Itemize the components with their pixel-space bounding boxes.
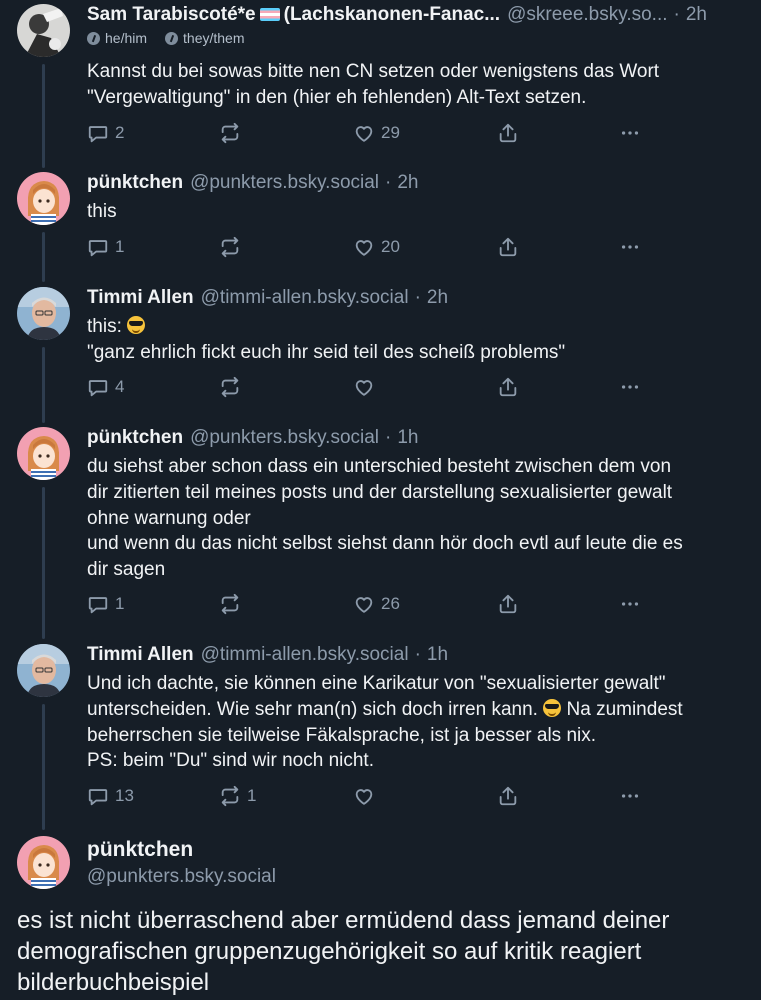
share-icon bbox=[497, 376, 519, 398]
author-name[interactable]: Timmi Allen bbox=[87, 285, 194, 311]
post-header: Timmi Allen @timmi-allen.bsky.social · 2… bbox=[87, 285, 747, 311]
repost-button[interactable] bbox=[219, 376, 247, 398]
like-button[interactable] bbox=[353, 785, 381, 807]
more-icon bbox=[619, 376, 641, 398]
thread-line bbox=[42, 64, 45, 168]
author-name[interactable]: Timmi Allen bbox=[87, 642, 194, 668]
avatar[interactable] bbox=[17, 4, 70, 57]
reply-button[interactable]: 13 bbox=[87, 785, 134, 807]
post-text: Kannst du bei sowas bitte nen CN setzen … bbox=[87, 61, 660, 108]
sunglasses-emoji-icon bbox=[127, 316, 146, 334]
thread-line bbox=[42, 347, 45, 423]
author-handle[interactable]: @timmi-allen.bsky.social bbox=[201, 285, 409, 311]
repost-icon bbox=[219, 376, 241, 398]
author-handle[interactable]: @punkters.bsky.social bbox=[87, 866, 276, 888]
author-name[interactable]: pünktchen bbox=[87, 170, 183, 196]
avatar[interactable] bbox=[17, 287, 70, 340]
timestamp[interactable]: 2h bbox=[397, 170, 418, 196]
repost-button[interactable] bbox=[219, 236, 247, 258]
timestamp[interactable]: 1h bbox=[427, 642, 448, 668]
thread-line bbox=[42, 232, 45, 282]
avatar[interactable] bbox=[17, 836, 70, 889]
pronoun-badges: he/him they/them bbox=[87, 30, 747, 46]
author-handle[interactable]: @skreee.bsky.so... bbox=[507, 2, 667, 28]
avatar[interactable] bbox=[17, 644, 70, 697]
reply-button[interactable]: 1 bbox=[87, 236, 124, 258]
timestamp[interactable]: 2h bbox=[686, 2, 707, 28]
like-icon bbox=[353, 122, 375, 144]
reply-button[interactable]: 2 bbox=[87, 122, 124, 144]
pronoun-badge: they/them bbox=[165, 30, 245, 46]
repost-button[interactable] bbox=[219, 593, 247, 615]
post-header: Timmi Allen @timmi-allen.bsky.social · 1… bbox=[87, 642, 747, 668]
info-icon bbox=[87, 31, 100, 45]
share-icon bbox=[497, 122, 519, 144]
more-button[interactable] bbox=[619, 236, 641, 258]
more-icon bbox=[619, 593, 641, 615]
avatar[interactable] bbox=[17, 172, 70, 225]
info-icon bbox=[165, 31, 179, 45]
post-text: this bbox=[87, 201, 117, 222]
post-header: Sam Tarabiscoté*e (Lachskanonen-Fanac... … bbox=[87, 2, 747, 28]
more-button[interactable] bbox=[619, 785, 641, 807]
share-icon bbox=[497, 593, 519, 615]
like-button[interactable] bbox=[353, 376, 381, 398]
author-name[interactable]: Sam Tarabiscoté*e (Lachskanonen-Fanac... bbox=[87, 2, 500, 28]
post-text: es ist nicht überraschend aber ermüdend … bbox=[17, 907, 670, 996]
like-icon bbox=[353, 785, 375, 807]
share-button[interactable] bbox=[497, 236, 519, 258]
reply-icon bbox=[87, 785, 109, 807]
author-name[interactable]: pünktchen bbox=[87, 838, 193, 862]
repost-icon bbox=[219, 122, 241, 144]
pronoun-badge: he/him bbox=[87, 30, 147, 46]
author-handle[interactable]: @punkters.bsky.social bbox=[190, 425, 379, 451]
share-button[interactable] bbox=[497, 593, 519, 615]
share-icon bbox=[497, 236, 519, 258]
timestamp[interactable]: 2h bbox=[427, 285, 448, 311]
like-button[interactable]: 26 bbox=[353, 593, 400, 615]
repost-icon bbox=[219, 236, 241, 258]
share-button[interactable] bbox=[497, 122, 519, 144]
repost-button[interactable]: 1 bbox=[219, 785, 256, 807]
author-name[interactable]: pünktchen bbox=[87, 425, 183, 451]
reply-icon bbox=[87, 593, 109, 615]
avatar[interactable] bbox=[17, 427, 70, 480]
sunglasses-emoji-icon bbox=[543, 698, 562, 717]
share-button[interactable] bbox=[497, 785, 519, 807]
post-text: this: "ganz ehrlich fickt euch ihr seid … bbox=[87, 316, 566, 363]
repost-icon bbox=[219, 593, 241, 615]
author-handle[interactable]: @timmi-allen.bsky.social bbox=[201, 642, 409, 668]
like-icon bbox=[353, 236, 375, 258]
more-icon bbox=[619, 785, 641, 807]
reply-button[interactable]: 1 bbox=[87, 593, 124, 615]
post-text: du siehst aber schon dass ein unterschie… bbox=[87, 456, 683, 581]
reply-icon bbox=[87, 376, 109, 398]
post-header: pünktchen @punkters.bsky.social · 2h bbox=[87, 170, 747, 196]
share-button[interactable] bbox=[497, 376, 519, 398]
more-icon bbox=[619, 122, 641, 144]
like-icon bbox=[353, 376, 375, 398]
share-icon bbox=[497, 785, 519, 807]
timestamp[interactable]: 1h bbox=[397, 425, 418, 451]
reply-button[interactable]: 4 bbox=[87, 376, 124, 398]
trans-flag-icon bbox=[259, 8, 280, 21]
more-icon bbox=[619, 236, 641, 258]
author-handle[interactable]: @punkters.bsky.social bbox=[190, 170, 379, 196]
thread-line bbox=[42, 487, 45, 639]
more-button[interactable] bbox=[619, 593, 641, 615]
more-button[interactable] bbox=[619, 122, 641, 144]
reply-icon bbox=[87, 236, 109, 258]
like-button[interactable]: 29 bbox=[353, 122, 400, 144]
like-icon bbox=[353, 593, 375, 615]
focused-post: pünktchen @punkters.bsky.social es ist n… bbox=[0, 834, 761, 1000]
post-header: pünktchen @punkters.bsky.social · 1h bbox=[87, 425, 747, 451]
thread-line bbox=[42, 704, 45, 830]
like-button[interactable]: 20 bbox=[353, 236, 400, 258]
repost-icon bbox=[219, 785, 241, 807]
more-button[interactable] bbox=[619, 376, 641, 398]
post-text: Und ich dachte, sie können eine Karikatu… bbox=[87, 673, 683, 772]
reply-icon bbox=[87, 122, 109, 144]
repost-button[interactable] bbox=[219, 122, 247, 144]
